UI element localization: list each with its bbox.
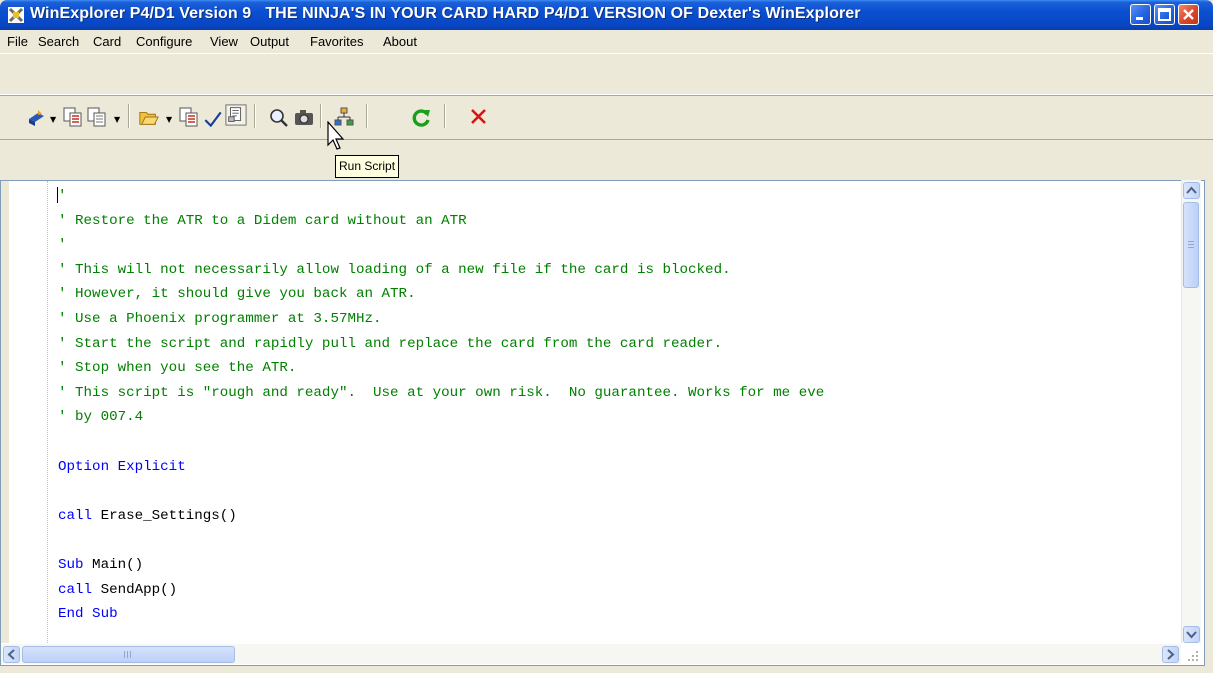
search-icon[interactable] <box>268 107 290 129</box>
code-line: call SendApp() <box>58 579 177 601</box>
minimize-icon <box>1136 17 1143 20</box>
code-keyword: call <box>58 507 93 524</box>
scroll-right-button[interactable] <box>1162 646 1179 663</box>
scroll-up-button[interactable] <box>1183 182 1200 199</box>
menu-view[interactable]: View <box>210 34 238 49</box>
maximize-icon <box>1158 8 1171 21</box>
menu-search[interactable]: Search <box>38 34 79 49</box>
tooltip-run-script: Run Script <box>335 155 400 178</box>
save-icon[interactable] <box>178 106 200 128</box>
refresh-icon[interactable] <box>410 106 432 128</box>
toolbar-separator <box>444 104 445 128</box>
new-icon[interactable] <box>26 107 48 129</box>
window-title: WinExplorer P4/D1 Version 9 THE NINJA'S I… <box>30 5 861 23</box>
chevron-up-icon <box>1186 186 1197 194</box>
mouse-cursor-icon <box>327 121 345 150</box>
app-icon <box>8 7 24 23</box>
code-line: ' <box>58 188 67 204</box>
code-line: call Erase_Settings() <box>58 505 237 527</box>
duplicate-dropdown-arrow[interactable]: ▼ <box>114 115 120 124</box>
code-area[interactable]: ' ' Restore the ATR to a Didem card witho… <box>58 185 1178 640</box>
code-line: ' Use a Phoenix programmer at 3.57MHz. <box>58 311 382 327</box>
toolbar-row <box>0 54 1213 95</box>
scroll-down-button[interactable] <box>1183 626 1200 643</box>
minimize-button[interactable] <box>1130 4 1151 25</box>
code-line: ' This will not necessarily allow loadin… <box>58 261 731 278</box>
menu-configure[interactable]: Configure <box>136 34 192 49</box>
code-line: Sub Main() <box>58 554 143 576</box>
toolbar-separator <box>128 104 129 128</box>
menu-favorites[interactable]: Favorites <box>310 34 363 49</box>
stop-icon[interactable] <box>468 106 490 128</box>
toolbar-separator <box>254 104 255 128</box>
menu-about[interactable]: About <box>383 34 417 49</box>
open-folder-icon[interactable] <box>138 106 160 128</box>
code-line: ' However, it should give you back an AT… <box>58 286 416 303</box>
code-line: Option Explicit <box>58 458 186 475</box>
code-line: ' This script is "rough and ready". Use … <box>58 384 825 401</box>
title-app: WinExplorer P4/D1 Version 9 <box>30 5 252 22</box>
vertical-scroll-thumb[interactable] <box>1183 202 1199 288</box>
code-text: Main() <box>83 557 144 573</box>
menu-output[interactable]: Output <box>250 34 289 49</box>
toolbar <box>0 54 1213 145</box>
title-bar[interactable]: WinExplorer P4/D1 Version 9 THE NINJA'S I… <box>0 0 1213 30</box>
run-script-icon[interactable] <box>225 104 247 126</box>
open-dropdown-arrow[interactable]: ▼ <box>166 115 172 124</box>
scroll-left-button[interactable] <box>3 646 20 663</box>
gutter-strip <box>1 181 9 643</box>
size-grip-icon[interactable] <box>1183 646 1200 663</box>
close-icon <box>1183 9 1194 20</box>
code-line: ' Restore the ATR to a Didem card withou… <box>58 212 467 229</box>
code-text: Erase_Settings() <box>92 507 237 524</box>
chevron-down-icon <box>1186 631 1197 639</box>
copy-file-icon[interactable] <box>62 106 84 128</box>
code-line: ' Stop when you see the ATR. <box>58 360 297 377</box>
menu-file[interactable]: File <box>7 34 28 49</box>
camera-icon[interactable] <box>293 107 315 129</box>
toolbar-separator <box>366 104 367 128</box>
code-line: ' Start the script and rapidly pull and … <box>58 335 723 352</box>
toolbar-separator <box>320 104 321 128</box>
check-icon[interactable] <box>202 108 224 130</box>
code-line: ' <box>58 237 67 254</box>
code-text: SendApp() <box>92 581 178 598</box>
text-caret <box>57 187 58 203</box>
code-line: ' by 007.4 <box>58 409 144 426</box>
editor-gutter <box>1 181 48 643</box>
chevron-right-icon <box>1167 649 1175 660</box>
chevron-left-icon <box>7 649 15 660</box>
maximize-button[interactable] <box>1154 4 1175 25</box>
code-keyword: call <box>58 581 93 598</box>
new-dropdown-arrow[interactable]: ▼ <box>50 115 56 124</box>
horizontal-scroll-thumb[interactable] <box>22 646 235 663</box>
menu-card[interactable]: Card <box>93 34 121 49</box>
menu-bar: File Search Card Configure View Output F… <box>0 30 1213 54</box>
close-button[interactable] <box>1178 4 1199 25</box>
script-editor[interactable]: ' ' Restore the ATR to a Didem card witho… <box>0 180 1205 666</box>
duplicate-icon[interactable] <box>86 106 108 128</box>
code-line: End Sub <box>58 606 118 623</box>
code-keyword: Sub <box>58 557 84 573</box>
title-caption: THE NINJA'S IN YOUR CARD HARD P4/D1 VERS… <box>265 5 861 22</box>
